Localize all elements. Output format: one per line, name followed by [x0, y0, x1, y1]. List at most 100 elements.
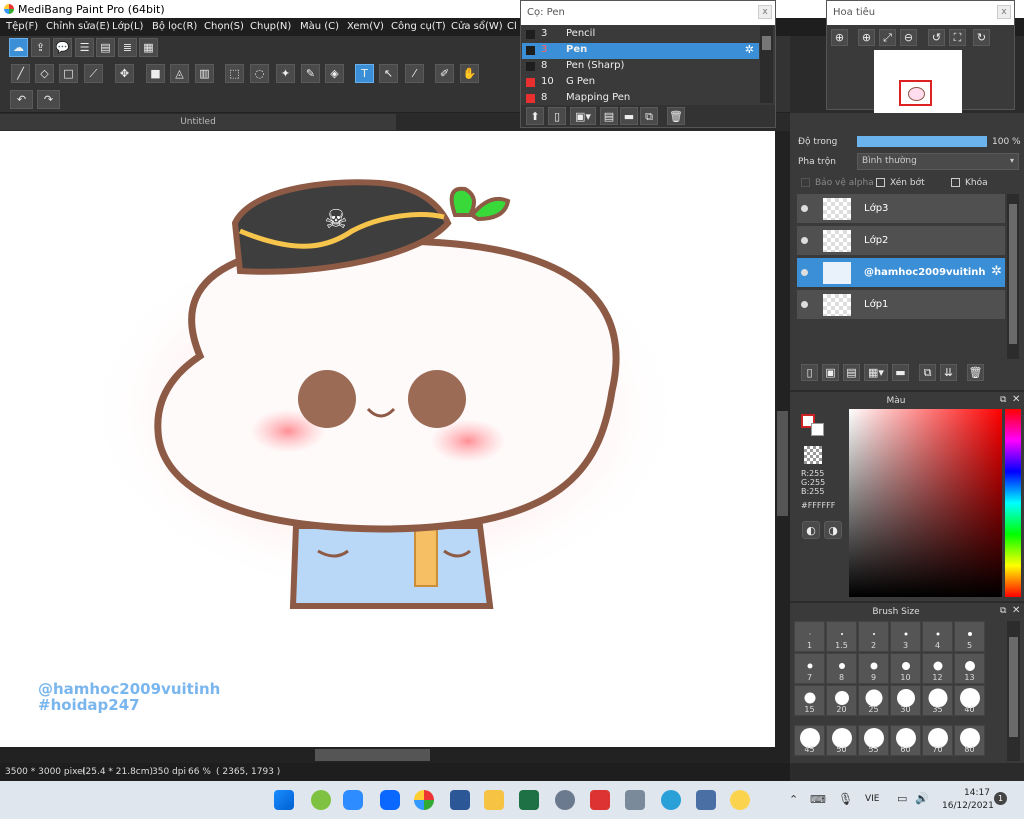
tab-untitled[interactable]: Untitled: [0, 114, 396, 130]
fit-window-icon[interactable]: ⤢: [879, 29, 896, 46]
brush-item-mapping-pen[interactable]: 8 Mapping Pen: [522, 91, 759, 103]
brush-size-5[interactable]: 5: [954, 621, 985, 652]
zoom-app-icon[interactable]: [343, 790, 363, 810]
color-saturation-value-picker[interactable]: [849, 409, 1002, 597]
word-app-icon[interactable]: [450, 790, 470, 810]
select-rect-icon[interactable]: ⬚: [225, 64, 244, 83]
cloud-icon[interactable]: ☁: [9, 38, 28, 57]
brush-size-undock-icon[interactable]: ⧉: [1000, 606, 1006, 616]
panel-close-icon[interactable]: ✕: [1012, 394, 1020, 405]
redo-icon[interactable]: ↷: [37, 90, 60, 109]
brush-size-70[interactable]: 70: [922, 725, 953, 756]
dot-pen-icon[interactable]: ⟋: [84, 64, 103, 83]
undock-icon[interactable]: ⧉: [1000, 395, 1006, 405]
brush-size-45[interactable]: 45: [794, 725, 825, 756]
brush-duplicate-icon[interactable]: ⧉: [640, 107, 658, 125]
chat-app-icon[interactable]: [311, 790, 331, 810]
brush-size-25[interactable]: 25: [858, 685, 889, 716]
secondary-color-swatch[interactable]: [811, 423, 824, 436]
select-eraser-icon[interactable]: ◈: [325, 64, 344, 83]
brush-size-50[interactable]: 50: [826, 725, 857, 756]
opacity-slider[interactable]: [857, 136, 987, 147]
fill-rect-icon[interactable]: ■: [146, 64, 165, 83]
page-icon[interactable]: ▤: [96, 38, 115, 57]
brush-folder-icon[interactable]: ▬: [620, 107, 638, 125]
delete-layer-icon[interactable]: 🗑: [967, 364, 984, 381]
brush-list-scroll-thumb[interactable]: [762, 36, 771, 50]
operation-icon[interactable]: ↖: [379, 64, 398, 83]
protect-alpha-checkbox[interactable]: [801, 178, 810, 187]
comment-icon[interactable]: 💬: [53, 38, 72, 57]
hand-icon[interactable]: ✋: [460, 64, 479, 83]
windows-start-icon[interactable]: [274, 790, 294, 810]
new-layer-icon[interactable]: ▯: [801, 364, 818, 381]
brush-size-30[interactable]: 30: [890, 685, 921, 716]
zoom-in-alt-icon[interactable]: ⊕: [831, 29, 848, 46]
color-hue-slider[interactable]: [1005, 409, 1021, 597]
brush-size-40[interactable]: 40: [954, 685, 985, 716]
layer-scroll-thumb[interactable]: [1009, 204, 1017, 344]
excel-app-icon[interactable]: [519, 790, 539, 810]
layer-settings-gear-icon[interactable]: ✲: [991, 264, 1002, 279]
navigator-viewport-rect[interactable]: [899, 80, 932, 106]
brush-size-15[interactable]: 15: [794, 685, 825, 716]
hscroll-thumb[interactable]: [315, 749, 430, 761]
lock-checkbox[interactable]: [951, 178, 960, 187]
menu-window[interactable]: Cửa sổ(W): [451, 21, 503, 32]
eye-icon[interactable]: [801, 301, 808, 308]
notification-badge[interactable]: 1: [994, 792, 1007, 805]
menu-cloud[interactable]: Cl: [507, 21, 517, 32]
eraser-icon[interactable]: ◇: [35, 64, 54, 83]
blend-mode-select[interactable]: Bình thường ▾: [857, 153, 1019, 170]
keyboard-icon[interactable]: ⌨: [810, 793, 826, 806]
zoom-in-icon[interactable]: ⊕: [858, 29, 875, 46]
select-pen-icon[interactable]: ✎: [301, 64, 320, 83]
layer-row-watermark[interactable]: @hamhoc2009vuitinh ✲: [797, 258, 1005, 288]
brush-size-scrollbar[interactable]: [1007, 621, 1020, 761]
brush-add-icon[interactable]: ⬆: [526, 107, 544, 125]
navigator-close-button[interactable]: x: [997, 5, 1011, 19]
brush-size-12[interactable]: 12: [922, 653, 953, 684]
grid-icon[interactable]: ▦: [139, 38, 158, 57]
layer-folder-icon[interactable]: ▬: [892, 364, 909, 381]
gradient-icon[interactable]: ▥: [195, 64, 214, 83]
zoom-out-icon[interactable]: ⊖: [900, 29, 917, 46]
brush-size-close-icon[interactable]: ✕: [1012, 605, 1020, 616]
list-icon[interactable]: ≣: [118, 38, 137, 57]
text-icon[interactable]: T: [355, 64, 374, 83]
layer-row-lop2[interactable]: Lớp2: [797, 226, 1005, 256]
brush-size-2[interactable]: 2: [858, 621, 889, 652]
medibang-taskbar-icon[interactable]: [414, 790, 434, 810]
brush-window-titlebar[interactable]: Cọ: Pen x: [521, 1, 775, 25]
input-language[interactable]: VIE: [865, 794, 880, 804]
menu-color[interactable]: Màu (C): [300, 21, 339, 32]
vscroll-thumb[interactable]: [777, 411, 788, 516]
undo-icon[interactable]: ↶: [10, 90, 33, 109]
settings-gear-icon[interactable]: ✲: [745, 43, 754, 56]
brush-size-55[interactable]: 55: [858, 725, 889, 756]
canvas-vertical-scrollbar[interactable]: [775, 131, 790, 747]
palette-icon[interactable]: ◐: [802, 521, 820, 539]
brush-size-8[interactable]: 8: [826, 653, 857, 684]
clock-time[interactable]: 14:17: [964, 788, 990, 798]
eye-icon[interactable]: [801, 205, 808, 212]
photos-app-icon[interactable]: [590, 790, 610, 810]
menu-snap[interactable]: Chụp(N): [250, 21, 291, 32]
speaker-icon[interactable]: 🔊: [915, 792, 929, 805]
clipping-checkbox[interactable]: [876, 178, 885, 187]
transparent-color-swatch[interactable]: [804, 446, 822, 464]
brush-size-13[interactable]: 13: [954, 653, 985, 684]
layer-list-scrollbar[interactable]: [1007, 194, 1019, 359]
brush-size-80[interactable]: 80: [954, 725, 985, 756]
brush-item-pen[interactable]: 3 Pen ✲: [522, 43, 759, 59]
brush-list-scrollbar[interactable]: [760, 26, 773, 103]
menu-file[interactable]: Tệp(F): [6, 21, 38, 32]
monitor-icon[interactable]: ▭: [897, 792, 907, 805]
drawing-canvas[interactable]: ☠ @hamhoc2009vuitinh #hoidap247: [0, 131, 775, 747]
brush-size-scroll-thumb[interactable]: [1009, 637, 1018, 737]
settings-gear-taskbar-icon[interactable]: [555, 790, 575, 810]
lasso-icon[interactable]: ◌: [250, 64, 269, 83]
eyedropper-icon[interactable]: ✐: [435, 64, 454, 83]
menu-layer[interactable]: Lớp(L): [112, 21, 143, 32]
menu-filter[interactable]: Bộ lọc(R): [152, 21, 197, 32]
